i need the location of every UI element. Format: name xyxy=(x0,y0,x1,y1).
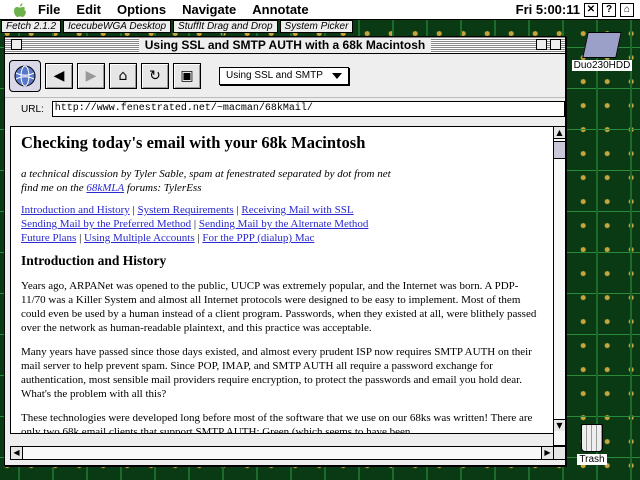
desktop-icon-trash[interactable]: Trash xyxy=(572,424,612,465)
reload-icon: ↻ xyxy=(149,67,161,84)
browser-toolbar: ◀ ▶ ⌂ ↻ ▣ Using SSL and SMTP xyxy=(5,54,565,98)
desktop-icon-hard-disk[interactable]: Duo230HDD xyxy=(568,32,636,71)
chevron-down-icon xyxy=(332,72,342,79)
nav-row: Future Plans | Using Multiple Accounts |… xyxy=(21,232,315,244)
menu-navigate[interactable]: Navigate xyxy=(182,2,236,17)
app-tab-icecube-desktop[interactable]: IcecubeWGA Desktop xyxy=(63,20,172,33)
forward-arrow-icon: ▶ xyxy=(85,67,97,84)
menu-file[interactable]: File xyxy=(38,2,60,17)
vertical-scrollbar[interactable]: ▲ ▼ xyxy=(553,126,566,446)
nav-row: Sending Mail by the Preferred Method | S… xyxy=(21,218,369,230)
url-label: URL: xyxy=(21,103,44,115)
link-68kmla[interactable]: 68kMLA xyxy=(86,182,124,194)
menubar-right: Fri 5:00:11 ✕ ? ⌂ xyxy=(516,2,640,17)
url-input[interactable]: http://www.fenestrated.net/~macman/68kMa… xyxy=(51,101,565,117)
history-dropdown[interactable]: Using SSL and SMTP xyxy=(219,66,349,85)
page-content: Checking today's email with your 68k Mac… xyxy=(10,126,554,434)
link-introduction[interactable]: Introduction and History xyxy=(21,204,130,216)
application-menu-icon[interactable]: ⌂ xyxy=(620,2,634,17)
menu-options[interactable]: Options xyxy=(117,2,166,17)
byline-line-1: a technical discussion by Tyler Sable, s… xyxy=(21,168,391,180)
back-arrow-icon: ◀ xyxy=(53,67,65,84)
link-multiple-accounts[interactable]: Using Multiple Accounts xyxy=(84,232,195,244)
link-future-plans[interactable]: Future Plans xyxy=(21,232,76,244)
zoom-box[interactable] xyxy=(536,39,547,50)
link-sending-alternate[interactable]: Sending Mail by the Alternate Method xyxy=(199,218,369,230)
nav-row: Introduction and History | System Requir… xyxy=(21,204,354,216)
reload-button[interactable]: ↻ xyxy=(141,62,169,89)
resize-grow-box[interactable] xyxy=(553,446,566,460)
history-dropdown-value: Using SSL and SMTP xyxy=(226,69,323,81)
home-button[interactable]: ⌂ xyxy=(109,62,137,89)
globe-logo-icon[interactable] xyxy=(9,59,41,92)
back-button[interactable]: ◀ xyxy=(45,62,73,89)
horizontal-scrollbar[interactable]: ◀ ▶ xyxy=(10,446,554,460)
byline-prefix: find me on the xyxy=(21,182,87,194)
link-receiving-mail-ssl[interactable]: Receiving Mail with SSL xyxy=(241,204,353,216)
link-sending-preferred[interactable]: Sending Mail by the Preferred Method xyxy=(21,218,191,230)
help-icon[interactable]: ? xyxy=(602,2,616,17)
collapse-box[interactable] xyxy=(550,39,561,50)
close-box[interactable] xyxy=(11,39,22,50)
app-tab-fetch[interactable]: Fetch 2.1.2 xyxy=(1,20,62,33)
floppy-disk-icon: ▣ xyxy=(180,67,194,84)
byline: a technical discussion by Tyler Sable, s… xyxy=(21,167,543,195)
trash-label: Trash xyxy=(577,454,607,465)
byline-line-2: find me on the 68kMLA forums: TylerEss xyxy=(21,181,543,195)
control-strip-icon[interactable]: ✕ xyxy=(584,2,598,17)
app-tab-stuffit[interactable]: StuffIt Drag and Drop xyxy=(173,20,278,33)
globe-icon xyxy=(14,65,36,86)
home-icon: ⌂ xyxy=(118,67,128,84)
hard-disk-label: Duo230HDD xyxy=(571,60,633,71)
byline-suffix: forums: TylerEss xyxy=(124,182,202,194)
paragraph: These technologies were developed long b… xyxy=(21,412,533,434)
section-nav-links: Introduction and History | System Requir… xyxy=(21,203,543,245)
apple-menu-icon[interactable] xyxy=(12,2,28,18)
browser-window: Using SSL and SMTP AUTH with a 68k Macin… xyxy=(4,36,566,466)
link-ppp-dialup[interactable]: For the PPP (dialup) Mac xyxy=(202,232,314,244)
window-titlebar[interactable]: Using SSL and SMTP AUTH with a 68k Macin… xyxy=(5,37,565,54)
menubar-clock: Fri 5:00:11 xyxy=(515,2,580,17)
menu-edit[interactable]: Edit xyxy=(76,2,101,17)
menu-annotate[interactable]: Annotate xyxy=(252,2,308,17)
paragraph: Many years have passed since those days … xyxy=(21,346,532,400)
scroll-right-arrow-icon[interactable]: ▶ xyxy=(541,447,553,459)
hard-disk-icon xyxy=(582,32,622,58)
scroll-thumb[interactable] xyxy=(554,141,565,159)
trash-icon xyxy=(581,424,603,452)
link-system-requirements[interactable]: System Requirements xyxy=(137,204,233,216)
scroll-down-arrow-icon[interactable]: ▼ xyxy=(554,419,565,431)
scroll-up-arrow-icon[interactable]: ▲ xyxy=(554,127,565,139)
app-tab-system-picker[interactable]: System Picker xyxy=(279,20,354,33)
window-title: Using SSL and SMTP AUTH with a 68k Macin… xyxy=(138,37,432,53)
page-heading: Checking today's email with your 68k Mac… xyxy=(21,133,366,152)
forward-button[interactable]: ▶ xyxy=(77,62,105,89)
application-switcher: Fetch 2.1.2 IcecubeWGA Desktop StuffIt D… xyxy=(0,20,365,34)
paragraph: Years ago, ARPANet was opened to the pub… xyxy=(21,280,537,334)
section-heading: Introduction and History xyxy=(21,253,167,268)
save-button[interactable]: ▣ xyxy=(173,62,201,89)
scroll-left-arrow-icon[interactable]: ◀ xyxy=(11,447,23,459)
menu-bar: File Edit Options Navigate Annotate Fri … xyxy=(0,0,640,20)
url-bar: URL: http://www.fenestrated.net/~macman/… xyxy=(5,98,565,120)
